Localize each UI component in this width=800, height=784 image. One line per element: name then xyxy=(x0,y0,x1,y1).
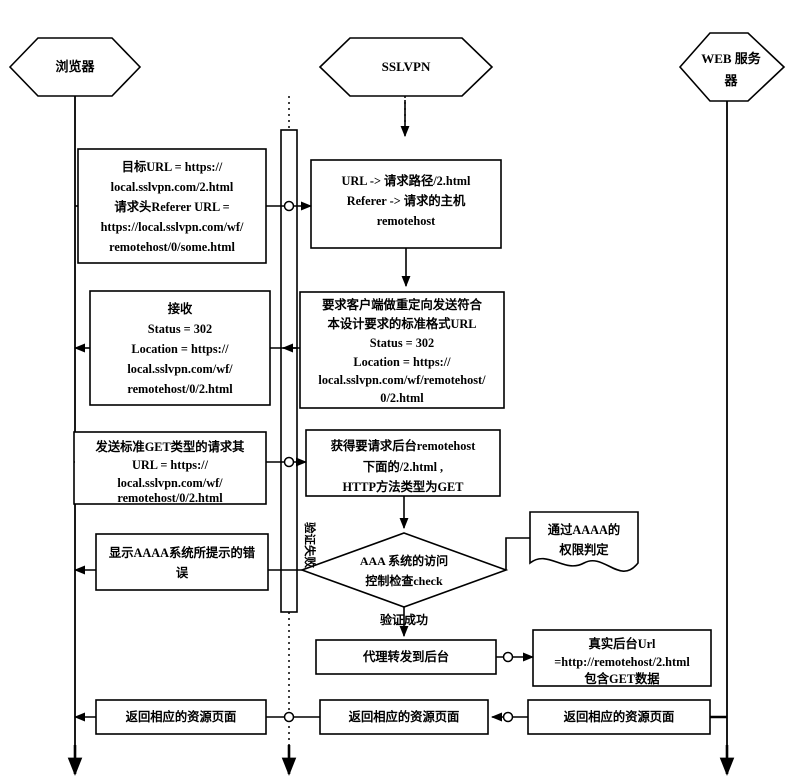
sslvpn-step-resolve-backend: 获得要请求后台remotehost 下面的/2.html , HTTP方法类型为… xyxy=(305,429,501,497)
sslvpn-redirect-302-line-4: Location = https:// xyxy=(353,355,451,369)
sslvpn-step-proxy-forward: 代理转发到后台 xyxy=(315,639,497,675)
sslvpn-resolve-backend-line-3: HTTP方法类型为GET xyxy=(343,479,465,494)
lifeline-junction-1 xyxy=(283,200,295,212)
aaa-check-line-2: 控制检查check xyxy=(365,573,443,588)
sslvpn-resolve-backend-line-2: 下面的/2.html , xyxy=(363,459,443,474)
webserver-step-return-page: 返回相应的资源页面 xyxy=(527,699,711,735)
sslvpn-resolve-backend-line-1: 获得要请求后台remotehost xyxy=(330,438,476,453)
browser-step-return-page: 返回相应的资源页面 xyxy=(95,699,267,735)
browser-receive-302-line-3: Location = https:// xyxy=(131,342,229,356)
sslvpn-step-aaa-check: AAA 系统的访问 控制检查check xyxy=(299,532,509,608)
note-aaaa-permission: 通过AAAA的 权限判定 xyxy=(529,511,639,572)
aaaa-permission-line-1: 通过AAAA的 xyxy=(548,522,620,537)
webserver-header-label-line1: WEB 服务 xyxy=(701,51,762,66)
browser-receive-302-line-2: Status = 302 xyxy=(148,322,212,336)
sslvpn-header-label: SSLVPN xyxy=(382,59,431,74)
browser-request-line-1: 目标URL = https:// xyxy=(122,159,223,174)
lifeline-junction-2 xyxy=(283,456,295,468)
webserver-return-page-label: 返回相应的资源页面 xyxy=(564,709,675,724)
browser-step-receive302: 接收 Status = 302 Location = https:// loca… xyxy=(89,290,271,406)
browser-request-line-4: https://local.sslvpn.com/wf/ xyxy=(101,220,244,234)
sslvpn-return-page-label: 返回相应的资源页面 xyxy=(349,709,460,724)
lifeline-junction-5 xyxy=(283,711,295,723)
aaaa-permission-line-2: 权限判定 xyxy=(558,542,609,557)
sslvpn-parse-url-line-3: remotehost xyxy=(377,214,436,228)
sslvpn-redirect-302-line-1: 要求客户端做重定向发送符合 xyxy=(322,297,483,312)
webserver-header-label-line2: 器 xyxy=(723,73,738,88)
browser-receive-302-line-1: 接收 xyxy=(168,301,193,316)
aaa-check-diamond xyxy=(299,532,509,608)
sslvpn-proxy-forward-label: 代理转发到后台 xyxy=(362,649,449,664)
browser-send-get-line-4: remotehost/0/2.html xyxy=(117,491,223,505)
browser-receive-302-line-4: local.sslvpn.com/wf/ xyxy=(127,362,233,376)
edge-label-auth-failed: 验证失败 xyxy=(303,522,317,568)
webserver-real-url-line-1: 真实后台Url xyxy=(589,636,657,651)
sslvpn-step-return-page: 返回相应的资源页面 xyxy=(319,699,489,735)
conn-note-to-aaa xyxy=(505,537,530,570)
browser-step-send-get: 发送标准GET类型的请求其 URL = https:// local.sslvp… xyxy=(73,431,267,505)
webserver-header-hexagon xyxy=(678,32,786,102)
browser-receive-302-line-5: remotehost/0/2.html xyxy=(127,382,233,396)
browser-step-request: 目标URL = https:// local.sslvpn.com/2.html… xyxy=(77,148,267,264)
sequence-diagram: 浏览器 SSLVPN WEB 服务 器 目标URL = https:// loc… xyxy=(0,0,800,784)
aaa-check-line-1: AAA 系统的访问 xyxy=(360,553,448,568)
sslvpn-redirect-302-line-2: 本设计要求的标准格式URL xyxy=(328,316,477,331)
browser-show-error-line-2: 误 xyxy=(176,566,189,580)
browser-show-error-line-1: 显示AAAA系统所提示的错 xyxy=(109,545,256,560)
edge-label-auth-success: 验证成功 xyxy=(380,612,428,627)
sslvpn-redirect-302-line-5: local.sslvpn.com/wf/remotehost/ xyxy=(318,373,486,387)
browser-request-line-5: remotehost/0/some.html xyxy=(109,240,235,254)
sslvpn-redirect-302-line-6: 0/2.html xyxy=(380,391,424,405)
browser-step-show-error: 显示AAAA系统所提示的错 误 xyxy=(95,533,269,591)
browser-request-line-3: 请求头Referer URL = xyxy=(114,199,229,214)
browser-show-error-box xyxy=(95,533,269,591)
webserver-real-url-line-3: 包含GET数据 xyxy=(583,671,660,686)
sslvpn-redirect-302-line-3: Status = 302 xyxy=(370,336,434,350)
lifeline-junction-3 xyxy=(502,651,514,663)
webserver-real-url-line-2: =http://remotehost/2.html xyxy=(554,655,690,669)
webserver-step-real-url: 真实后台Url =http://remotehost/2.html 包含GET数… xyxy=(532,629,712,687)
browser-return-page-label: 返回相应的资源页面 xyxy=(126,709,237,724)
aaaa-permission-note-shape xyxy=(529,511,639,572)
browser-send-get-line-2: URL = https:// xyxy=(132,458,209,472)
sslvpn-step-parse-url: URL -> 请求路径/2.html Referer -> 请求的主机 remo… xyxy=(310,159,502,249)
sslvpn-parse-url-line-1: URL -> 请求路径/2.html xyxy=(342,173,472,188)
lifeline-junction-4 xyxy=(502,711,514,723)
sslvpn-step-redirect-302: 要求客户端做重定向发送符合 本设计要求的标准格式URL Status = 302… xyxy=(299,291,505,409)
browser-send-get-line-1: 发送标准GET类型的请求其 xyxy=(95,439,246,454)
browser-header-label: 浏览器 xyxy=(55,59,95,74)
sslvpn-parse-url-line-2: Referer -> 请求的主机 xyxy=(347,193,466,208)
diagram-canvas: 浏览器 SSLVPN WEB 服务 器 目标URL = https:// loc… xyxy=(8,32,786,776)
browser-send-get-line-3: local.sslvpn.com/wf/ xyxy=(117,476,223,490)
browser-request-line-2: local.sslvpn.com/2.html xyxy=(111,180,234,194)
